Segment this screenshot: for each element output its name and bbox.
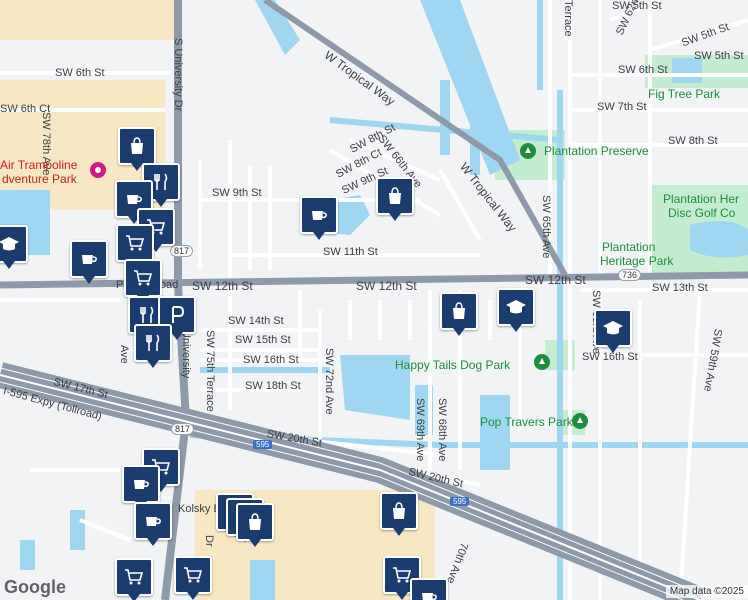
map-canvas[interactable]: SW 6th St SW 6th Ct SW 78th Ave S Univer… [0, 0, 748, 600]
heritage-golf-label[interactable]: Disc Golf Co [668, 206, 735, 220]
street-label: SW 68th Ave [436, 398, 448, 462]
street-label: SW 13th St [652, 282, 708, 294]
shopping-bag-icon[interactable] [380, 492, 418, 536]
street-label: SW 75th Terrace [204, 330, 216, 412]
cafe-icon[interactable] [410, 578, 448, 600]
amusement-park-icon[interactable] [90, 162, 106, 178]
route-817-shield: 817 [170, 245, 194, 257]
cafe-icon[interactable] [134, 502, 172, 546]
school-icon[interactable] [0, 225, 28, 269]
route-736-shield: 736 [618, 269, 642, 281]
street-label: SW 7th St [597, 101, 647, 113]
street-label: SW 6th St [55, 67, 105, 79]
shopping-bag-icon[interactable] [236, 503, 274, 547]
street-label: SW 12th St [525, 273, 586, 287]
happy-tails-label[interactable]: Happy Tails Dog Park [395, 358, 510, 372]
street-label: SW 65th Ave [540, 195, 552, 259]
pop-travers-label[interactable]: Pop Travers Park [480, 415, 573, 429]
air-trampoline-label[interactable]: dventure Park [2, 172, 77, 186]
street-label: S University Dr [172, 38, 184, 112]
shopping-cart-icon[interactable] [116, 224, 154, 268]
heritage-park-label[interactable]: Heritage Park [600, 254, 673, 268]
street-label: Dr [203, 535, 215, 547]
air-trampoline-label[interactable]: Air Trampoline [0, 158, 77, 172]
i595-shield: 595 [450, 497, 470, 506]
street-label: SW 15th St [235, 334, 291, 346]
street-label: Ave [118, 345, 130, 364]
street-label: SW 72nd Ave [323, 348, 335, 415]
cafe-icon[interactable] [300, 196, 338, 240]
street-label: SW 69th Ave [414, 398, 426, 462]
school-icon[interactable] [497, 288, 535, 332]
cafe-icon[interactable] [70, 240, 108, 284]
park-icon[interactable] [520, 143, 536, 159]
restaurant-icon[interactable] [134, 324, 172, 368]
street-label: Terrace [562, 0, 574, 37]
plantation-preserve-label[interactable]: Plantation Preserve [544, 144, 649, 158]
street-label: SW 18th St [245, 380, 301, 392]
cafe-icon[interactable] [122, 465, 160, 509]
street-label: SW 8th St [668, 135, 718, 147]
shopping-bag-icon[interactable] [440, 292, 478, 336]
shopping-cart-icon[interactable] [124, 259, 162, 303]
street-label: SW 16th St [243, 354, 299, 366]
route-817-shield: 817 [171, 423, 195, 435]
street-label: P [116, 279, 124, 291]
shopping-bag-icon[interactable] [118, 127, 156, 171]
shopping-cart-icon[interactable] [174, 556, 212, 600]
street-label: SW 5th St [694, 50, 744, 62]
park-icon[interactable] [534, 354, 550, 370]
heritage-park-label[interactable]: Plantation [602, 240, 655, 254]
i595-shield: 595 [253, 440, 273, 449]
school-icon[interactable] [594, 309, 632, 353]
park-icon[interactable] [572, 413, 588, 429]
shopping-bag-icon[interactable] [376, 177, 414, 221]
map-attribution[interactable]: Map data ©2025 [665, 585, 748, 598]
street-label: SW 9th St [212, 187, 262, 199]
street-label: SW 12th St [192, 279, 253, 293]
shopping-cart-icon[interactable] [115, 558, 153, 600]
street-label: SW 6th St [618, 64, 668, 76]
heritage-golf-label[interactable]: Plantation Her [663, 192, 739, 206]
street-label: SW 12th St [356, 279, 417, 293]
street-label: SW 11th St [323, 246, 378, 258]
google-logo: Google [4, 577, 66, 597]
street-label: SW 14th St [228, 315, 284, 327]
fig-tree-park-label[interactable]: Fig Tree Park [648, 87, 720, 101]
